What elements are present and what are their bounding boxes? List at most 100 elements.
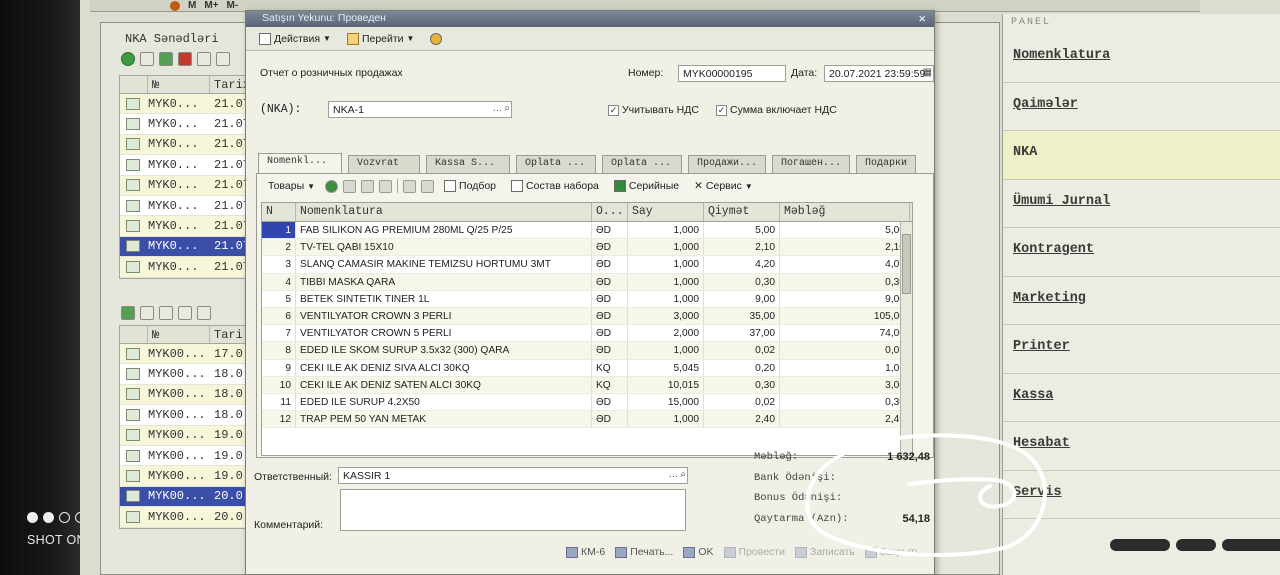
post-button[interactable]: Провести bbox=[723, 546, 785, 558]
selection-button[interactable]: Подбор bbox=[439, 178, 501, 194]
kit-composition-button[interactable]: Состав набора bbox=[506, 178, 604, 194]
edit-icon[interactable] bbox=[159, 52, 173, 66]
responsible-field[interactable]: KASSIR 1… ⌕ bbox=[338, 467, 688, 484]
edit-row-icon[interactable] bbox=[361, 179, 375, 193]
col-qiymet[interactable]: Qiymət bbox=[704, 203, 780, 221]
cell-say: 2,000 bbox=[628, 325, 704, 342]
cell-mebleg: 0,30 bbox=[780, 393, 910, 411]
delete-row-icon[interactable] bbox=[379, 179, 393, 193]
search-icon[interactable] bbox=[159, 306, 173, 320]
tab-nomenklatura[interactable]: Nomenkl... bbox=[258, 153, 342, 173]
close-button[interactable]: Закрыть bbox=[864, 546, 920, 558]
date-field[interactable]: 20.07.2021 23:59:59 ▦ bbox=[824, 65, 934, 82]
memory-plus-button[interactable]: M+ bbox=[204, 0, 218, 11]
col-mebleg[interactable]: Məbləğ bbox=[780, 203, 910, 221]
col-number[interactable]: № bbox=[148, 76, 210, 93]
print-button[interactable]: Печать... bbox=[615, 546, 673, 558]
tab-sales[interactable]: Продажи... bbox=[688, 155, 766, 173]
cell-qiymet: 0,02 bbox=[704, 342, 780, 359]
grid-row[interactable]: 8 EDED ILE SKOM SURUP 3.5x32 (300) QARA ƏD… bbox=[262, 342, 912, 360]
tab-vozvrat[interactable]: Vozvrat bbox=[348, 155, 420, 173]
cell-say: 1,000 bbox=[628, 273, 704, 290]
panel-item-nomenklatura[interactable]: Nomenklatura bbox=[1003, 34, 1280, 83]
filter-icon[interactable] bbox=[178, 306, 192, 320]
comment-field[interactable] bbox=[340, 489, 686, 531]
dialog-title: Satışın Yekunu: Проведен bbox=[262, 12, 386, 24]
add-row-icon[interactable] bbox=[325, 179, 339, 193]
vat-checkbox[interactable]: ✓ Учитывать НДС bbox=[608, 104, 699, 116]
grid-row[interactable]: 3 SLANQ CAMASIR MAKINE TEMIZSU HORTUMU 3M… bbox=[262, 256, 912, 274]
panel-item-nka[interactable]: NKA bbox=[1003, 131, 1280, 180]
memory-button[interactable]: M bbox=[188, 0, 196, 11]
record-icon[interactable] bbox=[170, 0, 180, 11]
grid-row[interactable]: 2 TV-TEL QABI 15X10 ƏD 1,000 2,10 2,10 bbox=[262, 239, 912, 257]
help-button[interactable] bbox=[425, 31, 447, 47]
col-nomenklatura[interactable]: Nomenklatura bbox=[296, 203, 592, 221]
select-icon[interactable]: … bbox=[492, 103, 502, 114]
dialog-titlebar[interactable]: Satışın Yekunu: Проведен × bbox=[246, 11, 934, 27]
col-say[interactable]: Say bbox=[628, 203, 704, 221]
grid-row[interactable]: 9 CEKI ILE AK DENIZ SIVA ALCI 30KQ KQ 5,045… bbox=[262, 359, 912, 377]
delete-icon[interactable] bbox=[178, 52, 192, 66]
goto-menu-button[interactable]: Перейти ▼ bbox=[342, 31, 420, 47]
panel-item-umumi-jurnal[interactable]: Ümumi Jurnal bbox=[1003, 180, 1280, 228]
panel-item-kassa[interactable]: Kassa bbox=[1003, 374, 1280, 422]
refresh-icon[interactable] bbox=[140, 306, 154, 320]
number-field[interactable]: MYK00000195 bbox=[678, 65, 786, 82]
summary-bank-payment: Bank Ödənişi: bbox=[754, 471, 836, 484]
panel-item-servis[interactable]: Servis bbox=[1003, 471, 1280, 519]
sum-includes-vat-checkbox[interactable]: ✓ Сумма включает НДС bbox=[716, 104, 837, 116]
grid-scrollbar[interactable] bbox=[900, 222, 912, 455]
goods-menu-button[interactable]: Товары ▼ bbox=[263, 178, 320, 194]
col-n[interactable]: N bbox=[262, 203, 296, 221]
sort-asc-icon[interactable] bbox=[403, 179, 417, 193]
sort-desc-icon[interactable] bbox=[421, 179, 435, 193]
grid-row[interactable]: 4 TIBBI MASKA QARA ƏD 1,000 0,30 0,30 bbox=[262, 273, 912, 291]
panel-item-qaimeler[interactable]: Qaimələr bbox=[1003, 83, 1280, 131]
grid-row[interactable]: 5 BETEK SINTETIK TINER 1L ƏD 1,000 9,00 9,00 bbox=[262, 290, 912, 308]
nka-documents-title: NKA Sənədləri bbox=[125, 32, 219, 46]
grid-row[interactable]: 10 CEKI ILE AK DENIZ SATEN ALCI 30KQ KQ 10,… bbox=[262, 376, 912, 394]
document-icon bbox=[259, 32, 271, 45]
cell-say: 15,000 bbox=[628, 393, 704, 411]
tab-repayment[interactable]: Погашен... bbox=[772, 155, 850, 173]
select-icon[interactable]: … bbox=[668, 469, 678, 480]
memory-minus-button[interactable]: M- bbox=[227, 0, 239, 11]
add-icon[interactable] bbox=[121, 52, 135, 66]
service-menu-button[interactable]: ✕ Сервис ▼ bbox=[689, 178, 758, 194]
grid-row[interactable]: 1 FAB SILIKON AG PREMIUM 280ML Q/25 P/25 Ə… bbox=[262, 222, 912, 240]
panel-item-kontragent[interactable]: Kontragent bbox=[1003, 228, 1280, 277]
edit-icon[interactable] bbox=[121, 306, 135, 320]
cell-unit: KQ bbox=[592, 376, 628, 393]
ok-button[interactable]: OK bbox=[683, 546, 714, 558]
panel-item-marketing[interactable]: Marketing bbox=[1003, 277, 1280, 325]
copy-row-icon[interactable] bbox=[343, 179, 357, 193]
col-unit[interactable]: O... bbox=[592, 203, 628, 221]
tab-kassa[interactable]: Kassa S... bbox=[426, 155, 510, 173]
km6-button[interactable]: КМ-6 bbox=[566, 546, 605, 558]
search-icon[interactable]: ⌕ bbox=[680, 469, 686, 480]
filter-clear-icon[interactable] bbox=[197, 306, 211, 320]
tab-oplata-1[interactable]: Oplata ... bbox=[516, 155, 596, 173]
grid-row[interactable]: 11 EDED ILE SURUP 4.2X50 ƏD 15,000 0,02 0,30 bbox=[262, 393, 912, 412]
panel-item-printer[interactable]: Printer bbox=[1003, 325, 1280, 374]
search-icon[interactable]: ⌕ bbox=[504, 103, 510, 114]
tab-gifts[interactable]: Подарки bbox=[856, 155, 916, 173]
grid-row[interactable]: 7 VENTILYATOR CROWN 5 PERLI ƏD 2,000 37,00 74… bbox=[262, 325, 912, 343]
post-icon[interactable] bbox=[197, 52, 211, 66]
col-number[interactable]: № bbox=[148, 326, 210, 343]
grid-header: N Nomenklatura O... Say Qiymət Məbləğ bbox=[262, 203, 912, 222]
nka-field[interactable]: NKA-1… ⌕ bbox=[328, 101, 512, 118]
close-icon[interactable]: × bbox=[918, 12, 926, 26]
tab-oplata-2[interactable]: Oplata ... bbox=[602, 155, 682, 173]
grid-row[interactable]: 12 TRAP PEM 50 YAN METAK ƏD 1,000 2,40 2,40 bbox=[262, 411, 912, 429]
calendar-icon[interactable]: ▦ bbox=[923, 67, 932, 78]
serial-numbers-button[interactable]: Серийные bbox=[609, 178, 684, 194]
cell-n: 5 bbox=[262, 290, 296, 307]
grid-row[interactable]: 6 VENTILYATOR CROWN 3 PERLI ƏD 3,000 35,00 10… bbox=[262, 307, 912, 326]
copy-icon[interactable] bbox=[140, 52, 154, 66]
actions-menu-button[interactable]: Действия ▼ bbox=[254, 31, 336, 47]
refresh-icon[interactable] bbox=[216, 52, 230, 66]
panel-item-hesabat[interactable]: Hesabat bbox=[1003, 422, 1280, 471]
save-button[interactable]: Записать bbox=[794, 546, 855, 558]
